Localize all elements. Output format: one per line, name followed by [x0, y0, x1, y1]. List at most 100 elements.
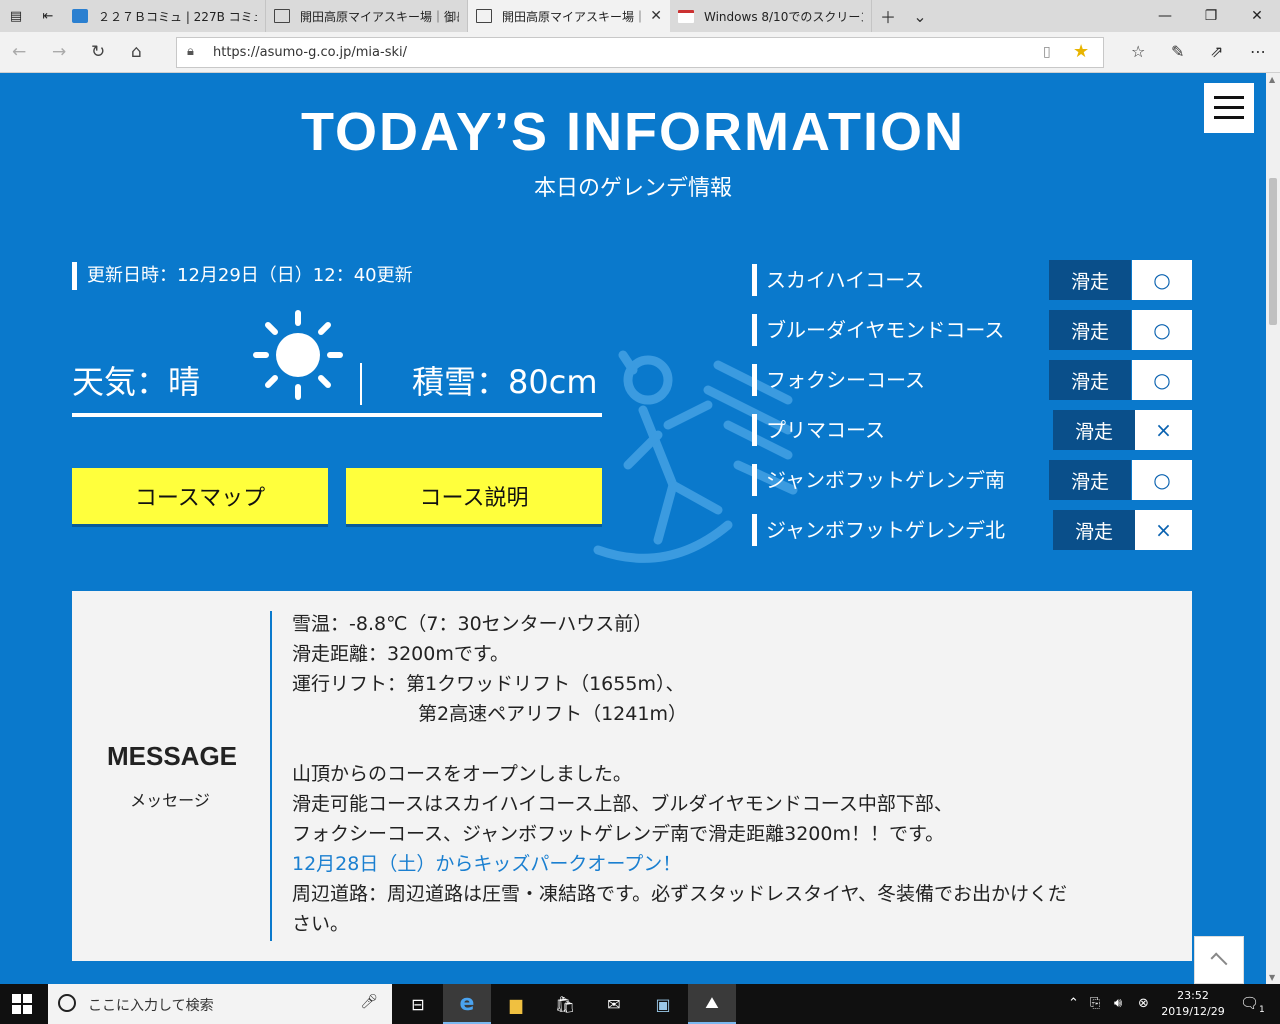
hero-subtitle: 本日のゲレンデ情報: [533, 176, 732, 201]
minimize-icon[interactable]: —: [1142, 0, 1188, 32]
weather-divider: [360, 363, 362, 405]
clock-time: 23:52: [1177, 989, 1209, 1002]
forward-icon[interactable]: →: [52, 42, 66, 62]
photo-viewer-icon[interactable]: ▣: [639, 984, 687, 1024]
kids-park-link[interactable]: 12月28日（土）からキッズパークオープン！: [292, 849, 1172, 879]
message-box: MESSAGE メッセージ 雪温：-8.8℃（7：30センターハウス前） 滑走距…: [72, 591, 1192, 961]
browser-tab-bar: ▤ ⇤ ２２７Ｂコミュ | 227B コミュの 開田高原マイアスキー場｜御岳 開…: [0, 0, 1280, 32]
course-name: ブルーダイヤモンドコース: [766, 318, 1005, 342]
address-toolbar: ← → ↻ ⌂ 🔒︎ https://asumo-g.co.jp/mia-ski…: [0, 32, 1280, 73]
tab-title: Windows 8/10でのスクリーンシ: [704, 9, 863, 24]
open-mark-icon: ○: [1132, 260, 1192, 300]
tab-favicon-icon: [72, 9, 88, 23]
cortana-icon: [58, 994, 76, 1012]
refresh-icon[interactable]: ↻: [91, 42, 105, 62]
mail-icon[interactable]: ✉: [590, 984, 638, 1024]
windows-start-icon[interactable]: [12, 994, 32, 1014]
scroll-up-icon[interactable]: ▲: [1269, 75, 1275, 84]
message-line: 周辺道路：周辺道路は圧雪・凍結路です。必ずスタッドレスタイヤ、冬装備でお出かけく…: [292, 883, 1068, 905]
hero-title: TODAY’S INFORMATION: [300, 102, 966, 162]
course-row-jumbofoot-south: ジャンボフットゲレンデ南 滑走 ○: [752, 460, 1192, 500]
chevron-up-icon: [1210, 952, 1228, 970]
course-status: 滑走: [1053, 510, 1135, 550]
update-time: 更新日時：12月29日（日）12：40更新: [72, 262, 413, 290]
message-subtitle: メッセージ: [130, 791, 210, 810]
back-icon[interactable]: ←: [12, 42, 26, 62]
file-explorer-icon[interactable]: ▆: [492, 984, 540, 1024]
message-body: 雪温：-8.8℃（7：30センターハウス前） 滑走距離：3200mです。 運行リ…: [292, 609, 1172, 939]
course-map-button[interactable]: コースマップ: [72, 468, 328, 524]
course-name: ジャンボフットゲレンデ南: [766, 468, 1005, 492]
browser-tab-3-active[interactable]: 開田高原マイアスキー場｜ ✕: [468, 0, 670, 32]
weather-underline: [72, 413, 602, 417]
address-bar[interactable]: 🔒︎ https://asumo-g.co.jp/mia-ski/ ▯ ★: [176, 37, 1104, 68]
tray-expand-icon[interactable]: ⌃: [1068, 996, 1079, 1011]
course-name: フォクシーコース: [766, 368, 925, 392]
clock-date: 2019/12/29: [1161, 1005, 1225, 1018]
course-status: 滑走: [1049, 310, 1131, 350]
course-name: スカイハイコース: [766, 268, 925, 292]
more-icon[interactable]: ⋯: [1250, 42, 1266, 61]
sun-icon: [253, 310, 343, 400]
course-row-jumbofoot-north: ジャンボフットゲレンデ北 滑走 ×: [752, 510, 1192, 550]
course-info-button[interactable]: コース説明: [346, 468, 602, 524]
course-status: 滑走: [1049, 360, 1131, 400]
home-icon[interactable]: ⌂: [131, 42, 142, 62]
network-icon[interactable]: ⎘: [1090, 996, 1100, 1011]
volume-icon[interactable]: 🔊︎: [1114, 996, 1122, 1011]
scroll-down-icon[interactable]: ▼: [1269, 973, 1275, 982]
message-line: フォクシーコース、ジャンボフットゲレンデ南で滑走距離3200m！！です。: [292, 823, 945, 845]
tab-preview-chevron-icon[interactable]: ⌄: [904, 0, 936, 32]
browser-tab-4[interactable]: Windows 8/10でのスクリーンシ: [670, 0, 872, 32]
open-mark-icon: ○: [1132, 460, 1192, 500]
pen-icon[interactable]: ✎: [1171, 42, 1184, 61]
page-scrollbar[interactable]: ▲ ▼: [1266, 73, 1280, 984]
tab-favicon-icon: [678, 9, 694, 23]
browser-tab-2[interactable]: 開田高原マイアスキー場｜御岳: [266, 0, 468, 32]
open-mark-icon: ○: [1132, 310, 1192, 350]
task-view-icon[interactable]: ⊟: [394, 984, 442, 1024]
new-tab-icon[interactable]: ＋: [872, 0, 904, 32]
action-center-icon[interactable]: 🗨︎1: [1240, 994, 1265, 1015]
message-line: 山頂からのコースをオープンしました。: [292, 763, 632, 785]
back-to-top-button[interactable]: [1194, 936, 1244, 984]
browser-tab-1[interactable]: ２２７Ｂコミュ | 227B コミュの: [64, 0, 266, 32]
course-status: 滑走: [1053, 410, 1135, 450]
ime-icon[interactable]: ⊗: [1138, 996, 1149, 1011]
course-status: 滑走: [1049, 260, 1131, 300]
taskbar-clock[interactable]: 23:52 2019/12/29: [1158, 988, 1228, 1020]
snow-depth-label: 積雪：80cm: [412, 363, 598, 401]
microphone-icon[interactable]: 🎤︎: [360, 994, 378, 1010]
edge-app-icon[interactable]: e: [443, 984, 491, 1024]
search-placeholder: ここに入力して検索: [88, 998, 214, 1014]
store-icon[interactable]: 🛍︎: [541, 984, 589, 1024]
course-name: ジャンボフットゲレンデ北: [766, 518, 1005, 542]
tab-set-aside-icon[interactable]: ▤: [0, 0, 32, 32]
message-line: 雪温：-8.8℃（7：30センターハウス前）: [292, 613, 653, 635]
tab-close-icon[interactable]: ✕: [650, 8, 662, 24]
favorite-star-icon[interactable]: ★: [1073, 41, 1089, 62]
close-window-icon[interactable]: ✕: [1234, 0, 1280, 32]
open-mark-icon: ○: [1132, 360, 1192, 400]
reading-view-icon[interactable]: ▯: [1043, 44, 1051, 60]
notification-count: 1: [1259, 1005, 1265, 1015]
message-divider: [270, 611, 272, 941]
taskbar-search-box[interactable]: ここに入力して検索 🎤︎: [48, 984, 392, 1024]
page-content: TODAY’S INFORMATION 本日のゲレンデ情報 更新日時：12月29…: [0, 73, 1266, 984]
url-text[interactable]: https://asumo-g.co.jp/mia-ski/: [213, 45, 407, 60]
message-title: MESSAGE: [106, 741, 238, 771]
photos-app-icon[interactable]: ⛰: [688, 984, 736, 1024]
lock-icon: 🔒︎: [187, 44, 194, 59]
tabs-aside-icon[interactable]: ⇤: [32, 0, 64, 32]
closed-mark-icon: ×: [1135, 510, 1192, 550]
favorites-hub-icon[interactable]: ☆: [1131, 42, 1145, 61]
restore-icon[interactable]: ❐: [1188, 0, 1234, 32]
message-line: 運行リフト：第1クワッドリフト（1655m）、: [292, 673, 685, 695]
course-row-skyhigh: スカイハイコース 滑走 ○: [752, 260, 1192, 300]
closed-mark-icon: ×: [1135, 410, 1192, 450]
scroll-thumb[interactable]: [1269, 178, 1277, 325]
share-icon[interactable]: ⇗: [1210, 42, 1223, 61]
course-row-blue-diamond: ブルーダイヤモンドコース 滑走 ○: [752, 310, 1192, 350]
tab-title: 開田高原マイアスキー場｜御岳: [300, 9, 459, 24]
weather-label: 天気：晴: [72, 363, 201, 401]
